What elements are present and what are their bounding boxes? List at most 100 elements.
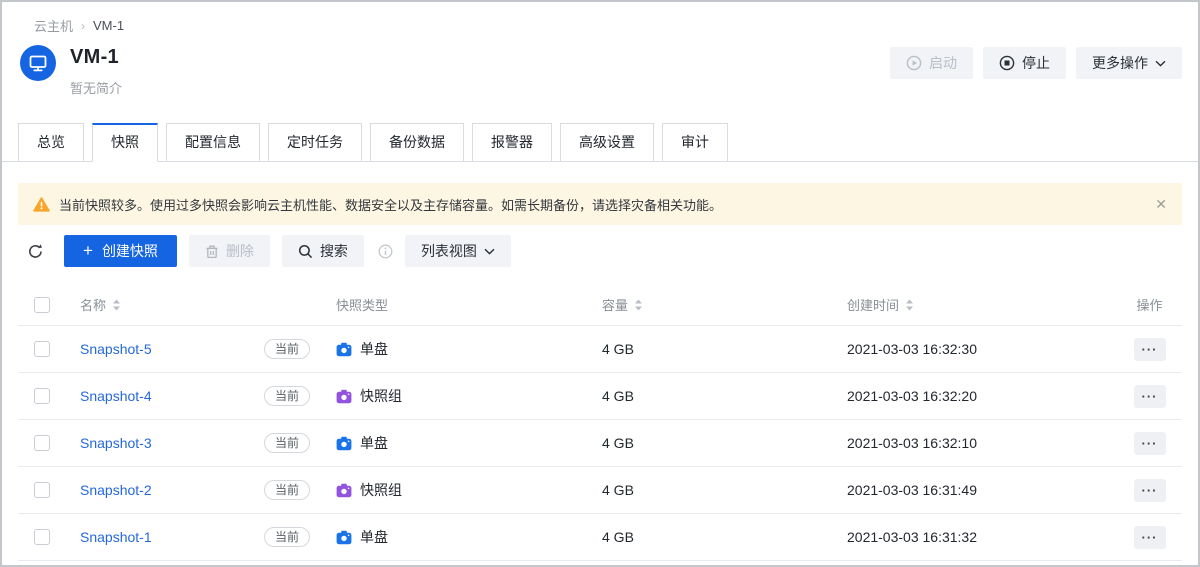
- camera-icon: [336, 389, 352, 404]
- created-time: 2021-03-03 16:31:32: [847, 529, 1117, 545]
- plus-icon: +: [83, 242, 93, 259]
- tab-audit[interactable]: 审计: [662, 123, 728, 162]
- column-header-capacity[interactable]: 容量: [602, 295, 847, 314]
- breadcrumb-item-current: VM-1: [93, 18, 124, 33]
- delete-button-label: 删除: [226, 241, 254, 261]
- column-header-name[interactable]: 名称: [66, 295, 332, 314]
- page-header: VM-1 暂无简介 启动 停止 更多操作: [2, 35, 1198, 97]
- create-snapshot-button[interactable]: + 创建快照: [64, 235, 177, 267]
- stop-button[interactable]: 停止: [983, 47, 1066, 79]
- tab-configuration[interactable]: 配置信息: [166, 123, 260, 162]
- refresh-icon: [27, 243, 44, 260]
- tab-snapshot[interactable]: 快照: [92, 123, 158, 162]
- view-mode-button[interactable]: 列表视图: [405, 235, 511, 267]
- column-header-actions: 操作: [1117, 295, 1182, 314]
- tab-overview[interactable]: 总览: [18, 123, 84, 162]
- stop-circle-icon: [999, 55, 1015, 71]
- toolbar: + 创建快照 删除 搜索 列表视图: [18, 235, 1182, 267]
- sort-icon: [112, 298, 121, 312]
- capacity-value: 4 GB: [602, 388, 847, 404]
- column-label-name: 名称: [80, 295, 106, 314]
- column-label-actions: 操作: [1136, 295, 1162, 314]
- tab-alarms[interactable]: 报警器: [472, 123, 552, 162]
- row-actions-button[interactable]: ···: [1134, 338, 1166, 361]
- row-checkbox[interactable]: [34, 341, 50, 357]
- snapshot-type-label: 单盘: [360, 527, 388, 547]
- camera-icon: [336, 483, 352, 498]
- play-circle-icon: [906, 55, 922, 71]
- ellipsis-icon: ···: [1142, 531, 1158, 544]
- breadcrumb-item-vm-list[interactable]: 云主机: [34, 16, 73, 35]
- sort-icon: [634, 298, 643, 312]
- more-actions-button[interactable]: 更多操作: [1076, 47, 1182, 79]
- snapshot-type-label: 单盘: [360, 339, 388, 359]
- tab-backup-data[interactable]: 备份数据: [370, 123, 464, 162]
- row-checkbox[interactable]: [34, 388, 50, 404]
- title-block: VM-1 暂无简介: [70, 45, 122, 97]
- current-badge: 当前: [264, 339, 310, 359]
- created-time: 2021-03-03 16:31:49: [847, 482, 1117, 498]
- capacity-value: 4 GB: [602, 482, 847, 498]
- column-header-created[interactable]: 创建时间: [847, 295, 1117, 314]
- column-label-type: 快照类型: [336, 295, 388, 314]
- created-time: 2021-03-03 16:32:10: [847, 435, 1117, 451]
- delete-button[interactable]: 删除: [189, 235, 270, 267]
- select-all-checkbox[interactable]: [34, 297, 50, 313]
- snapshot-name-link[interactable]: Snapshot-2: [80, 482, 152, 498]
- row-checkbox[interactable]: [34, 435, 50, 451]
- warning-icon: [33, 197, 50, 212]
- row-actions-button[interactable]: ···: [1134, 385, 1166, 408]
- row-actions-button[interactable]: ···: [1134, 432, 1166, 455]
- snapshot-name-link[interactable]: Snapshot-5: [80, 341, 152, 357]
- snapshot-name-link[interactable]: Snapshot-1: [80, 529, 152, 545]
- banner-close-icon[interactable]: ✕: [1155, 197, 1167, 211]
- search-button-label: 搜索: [320, 241, 348, 261]
- created-time: 2021-03-03 16:32:30: [847, 341, 1117, 357]
- snapshot-name-link[interactable]: Snapshot-4: [80, 388, 152, 404]
- ellipsis-icon: ···: [1142, 484, 1158, 497]
- chevron-down-icon: [484, 248, 495, 255]
- search-button[interactable]: 搜索: [282, 235, 364, 267]
- search-icon: [298, 244, 313, 259]
- tab-scheduled-tasks[interactable]: 定时任务: [268, 123, 362, 162]
- snapshot-table: 名称 快照类型 容量 创建时间 操作 Snapshot-5: [18, 284, 1182, 561]
- vm-avatar: [20, 45, 56, 81]
- snapshot-name-link[interactable]: Snapshot-3: [80, 435, 152, 451]
- header-actions: 启动 停止 更多操作: [890, 47, 1182, 79]
- snapshot-type-label: 快照组: [360, 480, 402, 500]
- stop-button-label: 停止: [1022, 53, 1050, 73]
- monitor-icon: [28, 53, 48, 73]
- column-label-created: 创建时间: [847, 295, 899, 314]
- ellipsis-icon: ···: [1142, 437, 1158, 450]
- current-badge: 当前: [264, 527, 310, 547]
- refresh-button[interactable]: [18, 235, 52, 267]
- row-checkbox[interactable]: [34, 482, 50, 498]
- capacity-value: 4 GB: [602, 529, 847, 545]
- row-actions-button[interactable]: ···: [1134, 479, 1166, 502]
- table-row: Snapshot-3 当前 单盘 4 GB 2021-03-03 16:32:1…: [18, 420, 1182, 467]
- ellipsis-icon: ···: [1142, 390, 1158, 403]
- snapshot-type-label: 快照组: [360, 386, 402, 406]
- tab-bar: 总览 快照 配置信息 定时任务 备份数据 报警器 高级设置 审计: [2, 123, 1198, 162]
- info-icon[interactable]: [378, 244, 393, 259]
- start-button[interactable]: 启动: [890, 47, 973, 79]
- column-label-capacity: 容量: [602, 295, 628, 314]
- capacity-value: 4 GB: [602, 435, 847, 451]
- row-actions-button[interactable]: ···: [1134, 526, 1166, 549]
- warning-banner: 当前快照较多。使用过多快照会影响云主机性能、数据安全以及主存储容量。如需长期备份…: [18, 183, 1182, 225]
- start-button-label: 启动: [929, 53, 957, 73]
- view-mode-label: 列表视图: [421, 241, 477, 261]
- capacity-value: 4 GB: [602, 341, 847, 357]
- row-checkbox[interactable]: [34, 529, 50, 545]
- snapshot-type-label: 单盘: [360, 433, 388, 453]
- current-badge: 当前: [264, 480, 310, 500]
- camera-icon: [336, 436, 352, 451]
- table-row: Snapshot-2 当前 快照组 4 GB 2021-03-03 16:31:…: [18, 467, 1182, 514]
- tab-advanced-settings[interactable]: 高级设置: [560, 123, 654, 162]
- current-badge: 当前: [264, 386, 310, 406]
- page-title: VM-1: [70, 45, 122, 69]
- table-row: Snapshot-4 当前 快照组 4 GB 2021-03-03 16:32:…: [18, 373, 1182, 420]
- table-row: Snapshot-5 当前 单盘 4 GB 2021-03-03 16:32:3…: [18, 326, 1182, 373]
- breadcrumb-separator-icon: ›: [81, 19, 85, 33]
- trash-icon: [205, 244, 219, 259]
